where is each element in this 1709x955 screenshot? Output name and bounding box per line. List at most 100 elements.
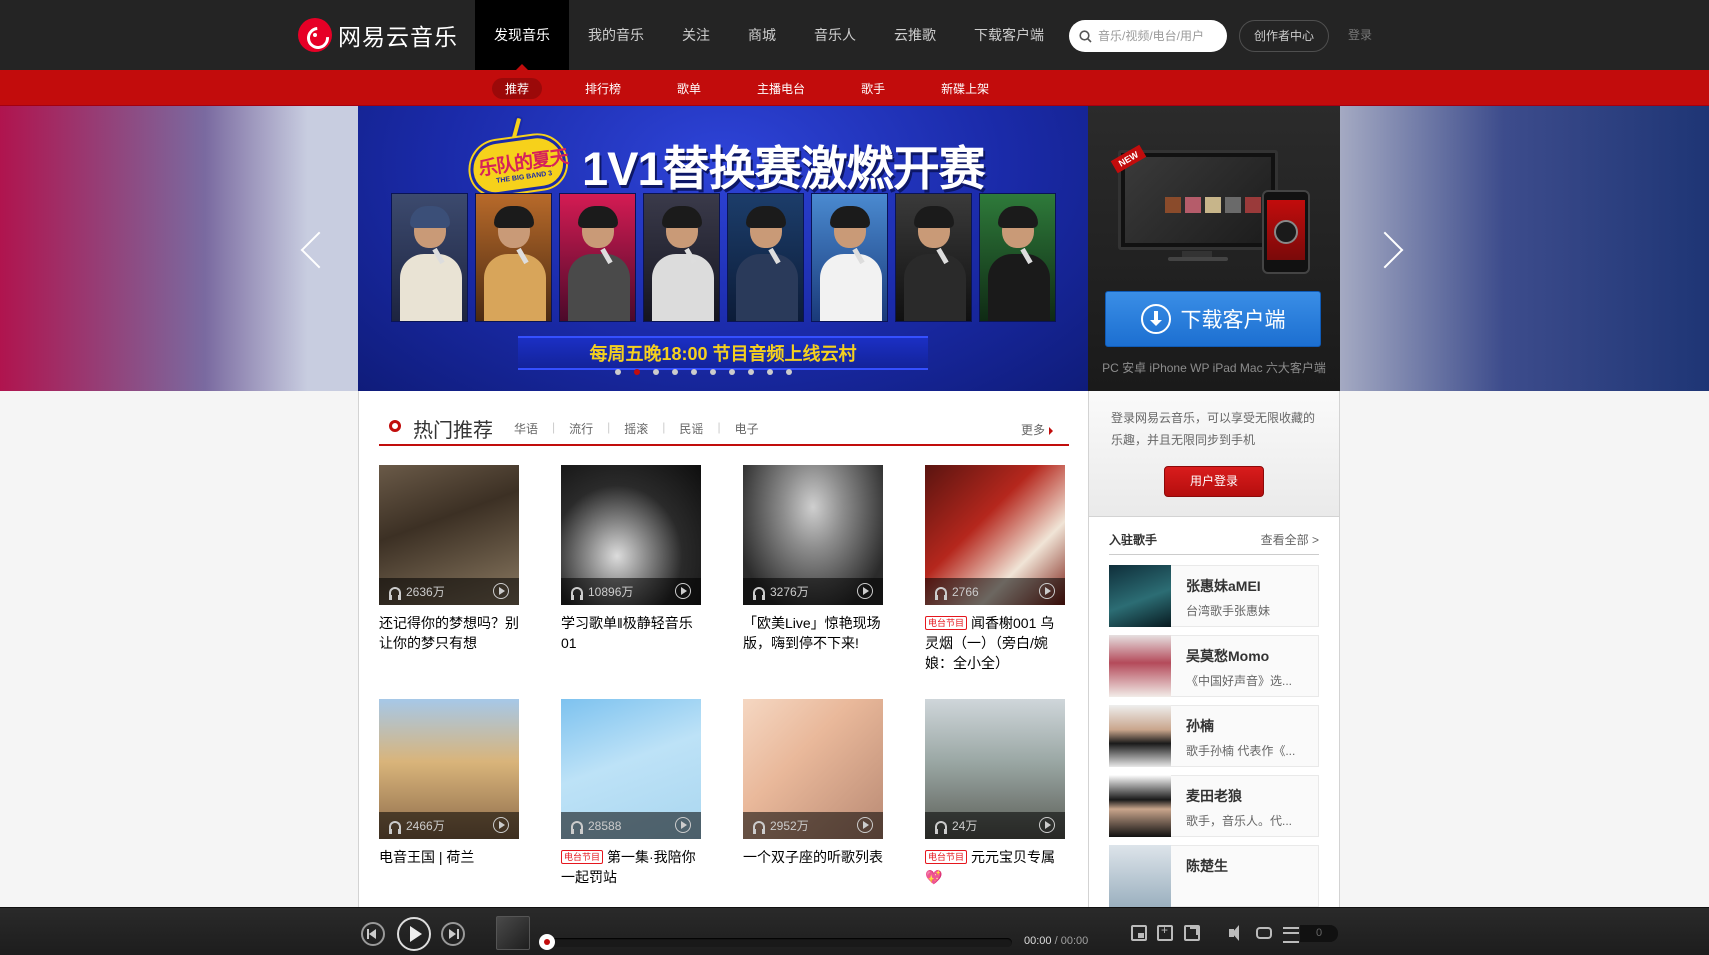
play-icon[interactable] bbox=[1039, 583, 1055, 599]
genre-tag[interactable]: 摇滚 bbox=[624, 420, 648, 437]
radio-title[interactable]: 电台节目 元元宝贝专属 💖 bbox=[925, 847, 1065, 887]
playlist-cover[interactable]: 2636万 bbox=[379, 465, 519, 605]
section-title[interactable]: 热门推荐 bbox=[413, 414, 493, 443]
subnav-playlists[interactable]: 歌单 bbox=[664, 70, 714, 106]
subnav-radio[interactable]: 主播电台 bbox=[744, 70, 818, 106]
site-logo[interactable]: 网易云音乐 bbox=[298, 18, 458, 52]
banner-dot[interactable] bbox=[710, 369, 716, 375]
pip-icon[interactable] bbox=[1131, 925, 1147, 941]
progress-knob[interactable] bbox=[539, 934, 555, 950]
download-client-button[interactable]: 下载客户端 bbox=[1105, 291, 1321, 347]
download-icon bbox=[1140, 304, 1171, 334]
playlist-title[interactable]: 还记得你的梦想吗？别让你的梦只有想 bbox=[379, 613, 519, 653]
banner-dot[interactable] bbox=[767, 369, 773, 375]
subnav-charts[interactable]: 排行榜 bbox=[572, 70, 634, 106]
login-link[interactable]: 登录 bbox=[1348, 26, 1372, 43]
banner-dot[interactable] bbox=[691, 369, 697, 375]
nav-download-client[interactable]: 下载客户端 bbox=[955, 0, 1063, 70]
download-client-panel: NEW 下载客户端 PC 安卓 iPhone WP iPad Mac 六大客户端 bbox=[1088, 106, 1340, 391]
play-icon[interactable] bbox=[493, 583, 509, 599]
radio-title[interactable]: 电台节目 闻香榭001 乌灵烟（一）（旁白/婉娘：全小全） bbox=[925, 613, 1065, 673]
subnav-recommend[interactable]: 推荐 bbox=[492, 70, 543, 106]
nav-follow[interactable]: 关注 bbox=[663, 0, 729, 70]
banner-dot[interactable] bbox=[615, 369, 621, 375]
playlist-card: 10896万 学习歌单‖极静轻音乐01 bbox=[561, 465, 701, 653]
play-icon[interactable] bbox=[675, 817, 691, 833]
radio-cover[interactable]: 24万 bbox=[925, 699, 1065, 839]
playlist-count[interactable]: 0 bbox=[1300, 925, 1338, 942]
playlist-title[interactable]: 学习歌单‖极静轻音乐01 bbox=[561, 613, 701, 653]
playlist-title[interactable]: 一个双子座的听歌列表 bbox=[743, 847, 883, 867]
play-icon[interactable] bbox=[1039, 817, 1055, 833]
subnav-new-albums[interactable]: 新碟上架 bbox=[928, 70, 1002, 106]
user-login-button[interactable]: 用户登录 bbox=[1164, 466, 1264, 497]
previous-track-icon[interactable] bbox=[361, 922, 385, 946]
creator-center-button[interactable]: 创作者中心 bbox=[1239, 20, 1329, 52]
nav-musician[interactable]: 音乐人 bbox=[795, 0, 875, 70]
singer-avatar bbox=[1109, 635, 1171, 697]
genre-tag[interactable]: 电子 bbox=[735, 420, 759, 437]
add-to-favorites-icon[interactable] bbox=[1157, 923, 1173, 941]
singer-item[interactable]: 麦田老狼 歌手，音乐人。代... bbox=[1109, 775, 1319, 837]
login-prompt-text: 登录网易云音乐，可以享受无限收藏的乐趣，并且无限同步到手机 bbox=[1111, 411, 1316, 447]
play-pause-icon[interactable] bbox=[397, 917, 431, 951]
banner-photo bbox=[559, 193, 636, 322]
view-all-singers-link[interactable]: 查看全部 > bbox=[1261, 531, 1319, 548]
login-prompt-box: 登录网易云音乐，可以享受无限收藏的乐趣，并且无限同步到手机 用户登录 bbox=[1089, 391, 1339, 517]
banner-dot[interactable] bbox=[672, 369, 678, 375]
playlist-cover[interactable]: 3276万 bbox=[743, 465, 883, 605]
playlist-icon[interactable] bbox=[1283, 925, 1299, 943]
singer-item[interactable]: 陈楚生 bbox=[1109, 845, 1319, 907]
loop-mode-icon[interactable] bbox=[1256, 927, 1272, 939]
singer-avatar bbox=[1109, 775, 1171, 837]
search-input[interactable] bbox=[1098, 29, 1218, 43]
banner-dot[interactable] bbox=[729, 369, 735, 375]
play-icon[interactable] bbox=[857, 817, 873, 833]
volume-icon[interactable] bbox=[1229, 925, 1245, 941]
radio-title[interactable]: 电台节目 第一集·我陪你一起罚站 bbox=[561, 847, 701, 887]
progress-track[interactable] bbox=[539, 934, 1012, 950]
resident-singers-header: 入驻歌手 查看全部 > bbox=[1109, 531, 1319, 555]
nav-my-music[interactable]: 我的音乐 bbox=[569, 0, 663, 70]
banner-slide[interactable]: 乐队的夏天 THE BIG BAND 3 1V1替换赛激燃开赛 每周五晚18:0… bbox=[358, 106, 1088, 391]
radio-cover[interactable]: 2766 bbox=[925, 465, 1065, 605]
genre-tag[interactable]: 流行 bbox=[569, 420, 593, 437]
banner-dot[interactable] bbox=[634, 369, 640, 375]
subnav-artists[interactable]: 歌手 bbox=[848, 70, 898, 106]
singer-item[interactable]: 孙楠 歌手孙楠 代表作《... bbox=[1109, 705, 1319, 767]
now-playing-cover[interactable] bbox=[496, 916, 530, 950]
more-link[interactable]: 更多 bbox=[1021, 421, 1057, 438]
banner-prev-arrow-icon[interactable] bbox=[292, 225, 332, 275]
share-icon[interactable] bbox=[1184, 925, 1200, 941]
genre-tags: 华语 | 流行 | 摇滚 | 民谣 | 电子 bbox=[514, 420, 759, 437]
genre-tag[interactable]: 华语 bbox=[514, 420, 538, 437]
banner-dot[interactable] bbox=[786, 369, 792, 375]
heart-icon: 💖 bbox=[925, 869, 943, 885]
play-icon[interactable] bbox=[857, 583, 873, 599]
nav-mall[interactable]: 商城 bbox=[729, 0, 795, 70]
banner-dot[interactable] bbox=[748, 369, 754, 375]
banner-next-arrow-icon[interactable] bbox=[1370, 225, 1410, 275]
nav-discover-music[interactable]: 发现音乐 bbox=[475, 0, 569, 70]
banner-dot[interactable] bbox=[653, 369, 659, 375]
genre-tag[interactable]: 民谣 bbox=[679, 420, 703, 437]
search-box[interactable] bbox=[1069, 20, 1227, 52]
headphones-icon bbox=[389, 820, 401, 834]
radio-cover[interactable]: 28588 bbox=[561, 699, 701, 839]
singer-item[interactable]: 张惠妹aMEI 台湾歌手张惠妹 bbox=[1109, 565, 1319, 627]
play-icon[interactable] bbox=[675, 583, 691, 599]
playlist-cover[interactable]: 2952万 bbox=[743, 699, 883, 839]
banner-photo bbox=[895, 193, 972, 322]
playlist-title[interactable]: 「欧美Live」惊艳现场版，嗨到停不下来! bbox=[743, 613, 883, 653]
recommend-column: 热门推荐 华语 | 流行 | 摇滚 | 民谣 | 电子 更多 2636万 还记得你的梦想… bbox=[359, 391, 1089, 911]
playlist-title[interactable]: 电音王国 | 荷兰 bbox=[379, 847, 519, 867]
headphones-icon bbox=[935, 820, 947, 834]
playlist-cover[interactable]: 2466万 bbox=[379, 699, 519, 839]
next-track-icon[interactable] bbox=[441, 922, 465, 946]
singer-item[interactable]: 吴莫愁Momo 《中国好声音》选... bbox=[1109, 635, 1319, 697]
radio-program-tag: 电台节目 bbox=[561, 850, 604, 864]
banner-photo bbox=[727, 193, 804, 322]
play-icon[interactable] bbox=[493, 817, 509, 833]
nav-cloud-promote[interactable]: 云推歌 bbox=[875, 0, 955, 70]
playlist-cover[interactable]: 10896万 bbox=[561, 465, 701, 605]
